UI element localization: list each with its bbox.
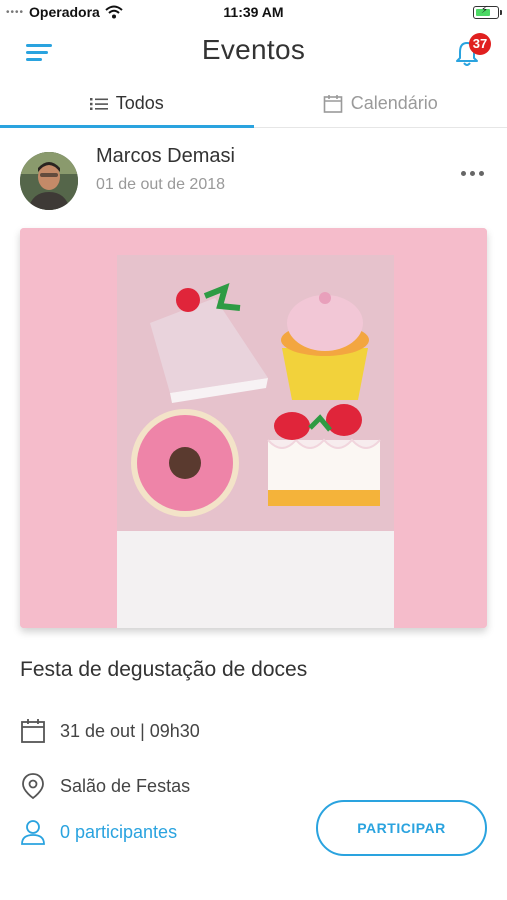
author-name[interactable]: Marcos Demasi xyxy=(96,145,235,168)
user-icon xyxy=(21,820,45,845)
event-location-row: Salão de Festas xyxy=(20,772,190,800)
page-title: Eventos xyxy=(201,34,306,65)
event-datetime: 31 de out | 09h30 xyxy=(60,720,200,741)
tab-label: Todos xyxy=(115,93,164,113)
calendar-icon xyxy=(323,94,343,113)
location-pin-icon xyxy=(22,773,44,800)
nav-bar: Eventos 37 xyxy=(0,26,507,80)
calendar-icon xyxy=(21,719,45,743)
battery-charging-icon: ⚡ xyxy=(473,5,502,19)
event-image[interactable] xyxy=(20,228,487,628)
participate-button[interactable]: PARTICIPAR xyxy=(316,800,487,856)
event-location: Salão de Festas xyxy=(60,775,191,796)
post-date: 01 de out de 2018 xyxy=(96,176,226,193)
participants-count: 0 participantes xyxy=(60,821,178,842)
event-datetime-row: 31 de out | 09h30 xyxy=(20,718,200,744)
event-title: Festa de degustação de doces xyxy=(20,658,308,681)
notification-badge: 37 xyxy=(469,33,491,55)
status-time: 11:39 AM xyxy=(223,4,284,20)
more-horizontal-icon[interactable] xyxy=(457,168,487,178)
post-header: Marcos Demasi 01 de out de 2018 xyxy=(0,140,507,212)
avatar[interactable] xyxy=(20,152,78,210)
tab-bar: Todos Calendário xyxy=(0,80,507,128)
notifications-button[interactable]: 37 xyxy=(453,33,491,70)
participants-link[interactable]: 0 participantes xyxy=(20,818,177,846)
tab-calendario[interactable]: Calendário xyxy=(254,80,507,127)
list-icon xyxy=(89,97,108,110)
tab-label: Calendário xyxy=(350,93,438,113)
tab-todos[interactable]: Todos xyxy=(0,80,254,128)
status-bar: •••• Operadora 11:39 AM ⚡ xyxy=(0,0,507,26)
